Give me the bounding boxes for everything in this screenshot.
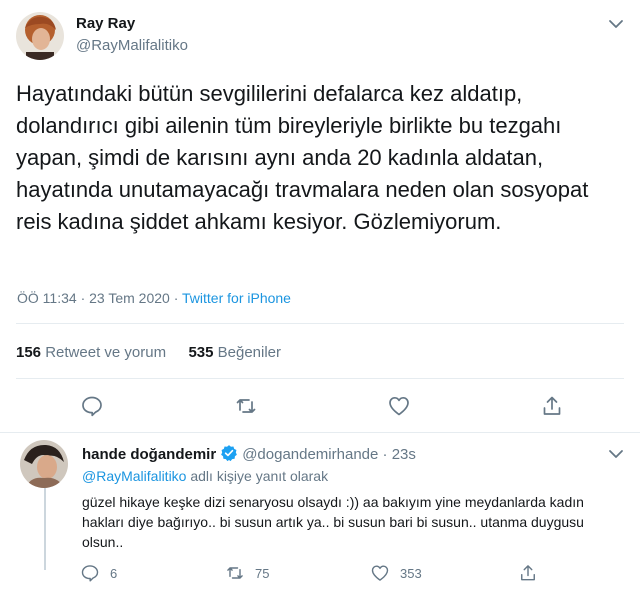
reply-to-link[interactable]: @RayMalifalitiko <box>82 468 186 484</box>
reply-time[interactable]: · 23s <box>383 446 416 463</box>
reply-like-button[interactable]: 353 <box>370 562 422 584</box>
reply-icon <box>81 565 99 582</box>
like-icon[interactable] <box>387 394 411 418</box>
avatar[interactable] <box>16 12 64 60</box>
author-handle[interactable]: @RayMalifalitiko <box>76 37 188 54</box>
reply-header: hande doğandemir @dogandemirhande · 23s <box>82 444 416 463</box>
reply-share-button[interactable] <box>518 562 548 584</box>
reply-retweets-count: 75 <box>255 565 270 581</box>
reply-to-line: @RayMalifalitiko adlı kişiye yanıt olara… <box>82 468 328 484</box>
reply-text: güzel hikaye keşke dizi senaryosu olsayd… <box>82 494 584 550</box>
reply-avatar[interactable] <box>20 440 68 488</box>
chevron-down-icon[interactable] <box>606 14 626 34</box>
divider <box>0 432 640 433</box>
verified-badge-icon <box>221 445 238 462</box>
engagement-stats: 156 Retweet ve yorum 535 Beğeniler <box>16 344 281 361</box>
likes-count: 535 <box>188 344 214 361</box>
reply-author-name[interactable]: hande doğandemir <box>82 446 216 463</box>
divider <box>16 323 624 324</box>
retweet-icon <box>227 567 243 579</box>
tweet-source-link[interactable]: Twitter for iPhone <box>182 290 291 306</box>
chevron-down-icon[interactable] <box>606 444 626 464</box>
share-icon[interactable] <box>540 394 564 418</box>
thread-line <box>44 488 46 570</box>
tweet-date[interactable]: 23 Tem 2020 <box>89 290 170 306</box>
reply-retweet-button[interactable]: 75 <box>225 562 269 584</box>
meta-separator: · <box>80 290 86 306</box>
reply-replies-count: 6 <box>110 565 118 581</box>
likes-stat[interactable]: 535 Beğeniler <box>188 344 281 361</box>
retweet-icon[interactable] <box>234 394 258 418</box>
divider <box>16 378 624 379</box>
meta-separator: · <box>173 290 179 306</box>
reply-likes-count: 353 <box>400 565 422 581</box>
tweet-text: Hayatındaki bütün sevgililerini defalarc… <box>16 81 589 234</box>
tweet-meta: ÖÖ 11:34 · 23 Tem 2020 · Twitter for iPh… <box>17 290 291 306</box>
retweets-count: 156 <box>16 344 42 361</box>
reply-author-handle[interactable]: @dogandemirhande <box>242 446 378 463</box>
reply-to-label: adlı kişiye yanıt olarak <box>190 468 329 484</box>
tweet-time[interactable]: ÖÖ 11:34 <box>17 290 77 306</box>
like-icon <box>371 565 389 581</box>
share-icon <box>521 565 535 581</box>
retweets-label: Retweet ve yorum <box>45 344 167 361</box>
retweets-stat[interactable]: 156 Retweet ve yorum <box>16 344 166 361</box>
reply-reply-button[interactable]: 6 <box>80 562 117 584</box>
author-name[interactable]: Ray Ray <box>76 15 135 32</box>
reply-icon[interactable] <box>80 394 104 418</box>
likes-label: Beğeniler <box>217 344 282 361</box>
